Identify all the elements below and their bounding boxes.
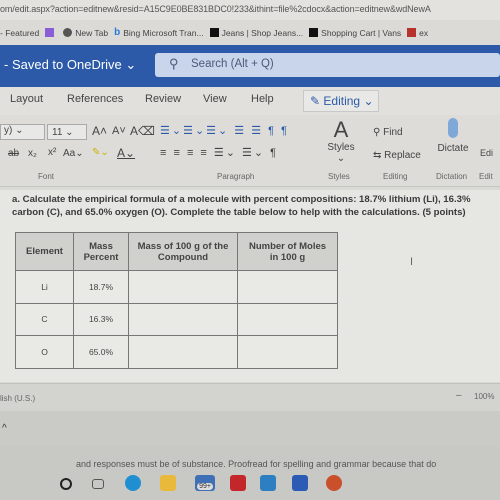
- task-view-icon[interactable]: [92, 479, 104, 489]
- bookmark-bing[interactable]: b Bing Microsoft Tran...: [114, 27, 203, 38]
- alignment-buttons[interactable]: ≡ ≡ ≡ ≡ ☰⌄ ☰⌄ ¶: [160, 146, 278, 159]
- search-icon: ⚲: [169, 56, 179, 71]
- saved-status-dropdown[interactable]: - Saved to OneDrive ⌄: [4, 57, 136, 73]
- header-mass-percent: Mass Percent: [73, 232, 129, 271]
- zoom-level[interactable]: 100%: [474, 392, 494, 401]
- table-row: O 65.0%: [15, 335, 338, 369]
- cell[interactable]: O: [15, 335, 74, 369]
- microphone-icon: [448, 118, 458, 138]
- window-area: ^: [0, 411, 500, 447]
- list-buttons[interactable]: ☰⌄☰⌄☰⌄ ☰ ☰ ¶ ¶: [160, 124, 289, 137]
- tab-references[interactable]: References: [67, 93, 123, 105]
- l-app-icon[interactable]: [260, 475, 276, 491]
- group-paragraph-label: Paragraph: [217, 172, 255, 181]
- cell[interactable]: [128, 335, 238, 369]
- cell[interactable]: C: [15, 302, 74, 336]
- tab-help[interactable]: Help: [251, 93, 274, 105]
- ribbon: y) ⌄ 11 ⌄ A˄ A˅ A⌫ ab x₂ x² Aa⌄ ✎⌄ A⌄ Fo…: [0, 115, 500, 187]
- question-text: a. Calculate the empirical formula of a …: [12, 194, 471, 218]
- cell[interactable]: 16.3%: [73, 302, 129, 336]
- mail-icon[interactable]: 99+: [195, 475, 215, 491]
- group-dictation-label: Dictation: [436, 172, 468, 181]
- twitch-icon: [45, 28, 55, 37]
- group-font-label: Font: [38, 172, 55, 181]
- chrome-icon[interactable]: [326, 475, 342, 491]
- bookmark-twitch[interactable]: [45, 28, 57, 37]
- cortana-icon[interactable]: [60, 478, 72, 490]
- bookmark-ex[interactable]: ex: [407, 28, 428, 38]
- zoom-out-button[interactable]: –: [456, 390, 462, 401]
- file-explorer-icon[interactable]: [160, 475, 176, 491]
- tab-review[interactable]: Review: [145, 93, 181, 105]
- superscript-icon[interactable]: x²: [48, 147, 56, 158]
- bookmarks-bar: - Featured New Tab b Bing Microsoft Tran.…: [0, 20, 500, 45]
- document-page[interactable]: a. Calculate the empirical formula of a …: [0, 190, 500, 382]
- header-number-of-moles: Number of Moles in 100 g: [237, 232, 338, 271]
- globe-icon: [63, 28, 73, 37]
- replace-icon: ⇆: [373, 150, 382, 161]
- chevron-down-icon: ⌄: [363, 94, 374, 108]
- taskbar: and responses must be of substance. Proo…: [0, 447, 500, 500]
- group-editing-label: Editing: [383, 172, 408, 181]
- chevron-up-icon[interactable]: ^: [2, 423, 7, 434]
- chevron-down-icon: ⌄: [125, 57, 137, 72]
- find-button[interactable]: ⚲ Find: [373, 127, 403, 138]
- header-element: Element: [15, 232, 74, 271]
- highlight-icon[interactable]: ✎⌄: [92, 147, 109, 158]
- tab-layout[interactable]: Layout: [10, 93, 43, 105]
- language-status[interactable]: lish (U.S.): [0, 394, 35, 403]
- cell[interactable]: Li: [15, 270, 74, 304]
- group-styles-label: Styles: [328, 172, 350, 181]
- background-window-text: and responses must be of substance. Proo…: [76, 459, 437, 469]
- header-mass-of-compound: Mass of 100 g of the Compound: [128, 232, 238, 271]
- change-case-icon[interactable]: Aa⌄: [63, 148, 84, 159]
- ribbon-tabs: Layout References Review View Help ✎ Edi…: [0, 87, 500, 115]
- styles-button[interactable]: A Styles ⌄: [326, 117, 356, 165]
- search-input[interactable]: ⚲ Search (Alt + Q): [155, 53, 500, 77]
- replace-button[interactable]: ⇆ Replace: [373, 150, 421, 161]
- text-cursor-icon: I: [410, 256, 414, 268]
- shrink-font-icon[interactable]: A˅: [112, 125, 126, 137]
- cell[interactable]: 65.0%: [73, 335, 129, 369]
- clear-format-icon[interactable]: A⌫: [130, 124, 155, 138]
- editing-mode-button[interactable]: ✎ Editing ⌄: [303, 90, 379, 112]
- bookmark-jeans[interactable]: Jeans | Shop Jeans...: [209, 28, 303, 38]
- cell[interactable]: [237, 270, 338, 304]
- table-row: C 16.3%: [15, 302, 338, 336]
- pencil-icon: ✎: [310, 94, 321, 108]
- vans-icon: [309, 28, 319, 37]
- group-edit-label: Edit: [479, 172, 493, 181]
- word-header: - Saved to OneDrive ⌄ ⚲ Search (Alt + Q): [0, 45, 500, 87]
- cell[interactable]: [237, 335, 338, 369]
- font-name-dropdown[interactable]: y) ⌄: [0, 124, 45, 140]
- editor-button[interactable]: Edi: [480, 148, 493, 158]
- cell[interactable]: [128, 270, 238, 304]
- table-header-row: Element Mass Percent Mass of 100 g of th…: [15, 232, 338, 271]
- dictate-button[interactable]: Dictate: [437, 118, 469, 154]
- mcafee-icon[interactable]: [230, 475, 246, 491]
- bookmark-new-tab[interactable]: New Tab: [63, 28, 108, 38]
- strikethrough-icon[interactable]: ab: [8, 148, 19, 159]
- cell[interactable]: 18.7%: [73, 270, 129, 304]
- bookmark-featured[interactable]: - Featured: [0, 28, 39, 38]
- bookmark-cart[interactable]: Shopping Cart | Vans: [309, 28, 401, 38]
- status-bar: lish (U.S.) – 100%: [0, 383, 500, 411]
- subscript-icon[interactable]: x₂: [28, 148, 37, 159]
- cell[interactable]: [128, 302, 238, 336]
- vans-icon: [209, 28, 219, 37]
- edge-icon[interactable]: [125, 475, 141, 491]
- search-icon: ⚲: [373, 127, 381, 138]
- styles-icon: A: [333, 117, 349, 142]
- word-icon[interactable]: [292, 475, 308, 491]
- sy-icon: [407, 28, 417, 37]
- cell[interactable]: [237, 302, 338, 336]
- address-bar[interactable]: om/edit.aspx?action=editnew&resid=A15C9E…: [0, 0, 500, 20]
- font-color-icon[interactable]: A⌄: [117, 146, 135, 160]
- font-size-dropdown[interactable]: 11 ⌄: [47, 124, 87, 140]
- grow-font-icon[interactable]: A˄: [92, 124, 107, 138]
- table-row: Li 18.7%: [15, 270, 338, 304]
- calculation-table: Element Mass Percent Mass of 100 g of th…: [15, 232, 338, 369]
- tab-view[interactable]: View: [203, 93, 227, 105]
- bing-icon: b: [114, 27, 121, 38]
